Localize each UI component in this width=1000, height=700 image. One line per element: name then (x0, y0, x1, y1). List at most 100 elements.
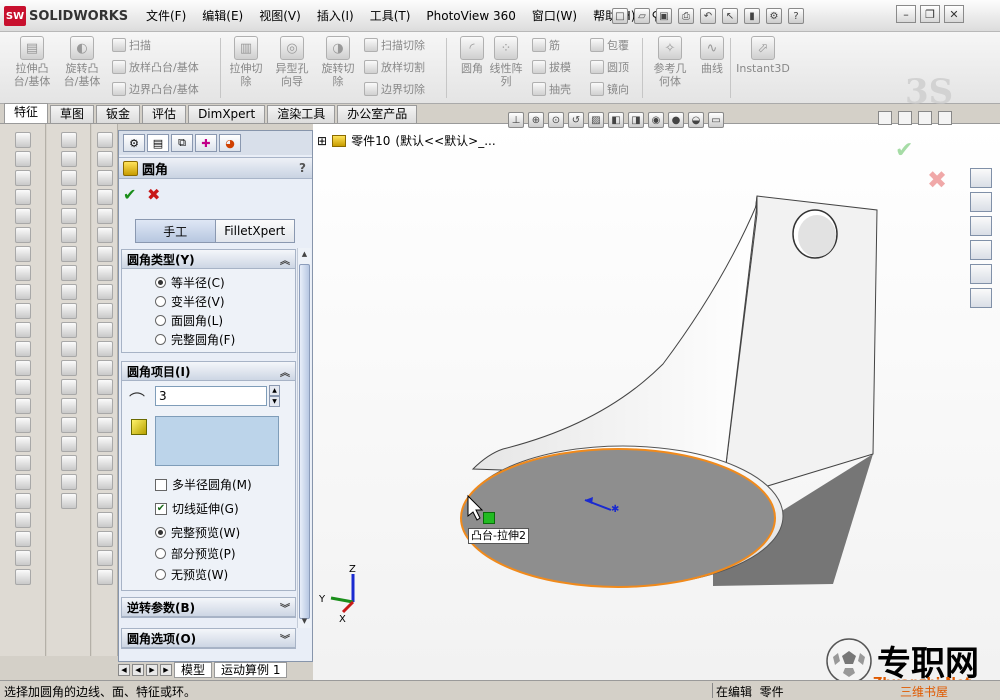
tool-icon[interactable] (60, 398, 77, 414)
scroll-thumb[interactable] (299, 264, 310, 619)
open-document-icon[interactable]: ▱ (634, 8, 650, 24)
tool-icon[interactable] (14, 265, 31, 281)
tool-icon[interactable] (96, 227, 113, 243)
base-disc-face[interactable] (460, 448, 776, 588)
tool-icon[interactable] (60, 170, 77, 186)
tool-icon[interactable] (14, 493, 31, 509)
tool-icon[interactable] (14, 512, 31, 528)
tool-icon[interactable] (60, 493, 77, 509)
tool-icon[interactable] (14, 170, 31, 186)
shell-button[interactable]: 抽壳 (532, 80, 571, 98)
tab-sheet-metal[interactable]: 钣金 (96, 105, 141, 123)
scroll-up-icon[interactable]: ▲ (299, 248, 310, 261)
spin-up-icon[interactable]: ▲ (269, 385, 280, 396)
tool-icon[interactable] (96, 208, 113, 224)
collapse-icon[interactable]: ︽ (280, 252, 290, 267)
reference-geometry-button[interactable]: ✧ 参考几 何体 (646, 36, 694, 88)
feature-manager-tab[interactable]: ⚙ (123, 134, 145, 152)
tool-icon[interactable] (96, 531, 113, 547)
tab-model[interactable]: 模型 (174, 662, 213, 678)
revolve-cut-button[interactable]: ◑ 旋转切 除 (314, 36, 362, 88)
tool-icon[interactable] (60, 341, 77, 357)
tool-icon[interactable] (60, 436, 77, 452)
viewport-restore-icon[interactable] (918, 111, 932, 125)
tool-icon[interactable] (60, 474, 77, 490)
tool-icon[interactable] (96, 284, 113, 300)
loft-button[interactable]: 放样凸台/基体 (112, 58, 199, 76)
tool-icon[interactable] (96, 360, 113, 376)
fillet-type-header[interactable]: 圆角类型(Y) ︽ (122, 250, 295, 269)
tool-icon[interactable] (96, 417, 113, 433)
tool-icon[interactable] (96, 550, 113, 566)
radio-full-round[interactable]: 完整圆角(F) (155, 331, 235, 348)
cancel-button[interactable]: ✖ (147, 185, 160, 204)
scroll-down-icon[interactable]: ▼ (299, 615, 310, 628)
tool-icon[interactable] (96, 512, 113, 528)
menu-tools[interactable]: 工具(T) (362, 0, 419, 32)
display-manager-tab[interactable]: ◕ (219, 134, 241, 152)
options-icon[interactable]: ⚙ (766, 8, 782, 24)
tab-features[interactable]: 特征 (4, 103, 49, 123)
dome-button[interactable]: 圆顶 (590, 58, 629, 76)
tool-icon[interactable] (60, 151, 77, 167)
menu-file[interactable]: 文件(F) (138, 0, 194, 32)
tool-icon[interactable] (60, 455, 77, 471)
tool-icon[interactable] (96, 303, 113, 319)
mirror-button[interactable]: 镜向 (590, 80, 629, 98)
radio-no-preview[interactable]: 无预览(W) (155, 566, 228, 583)
radio-face-fillet[interactable]: 面圆角(L) (155, 312, 223, 329)
tool-icon[interactable] (14, 569, 31, 585)
items-to-fillet-header[interactable]: 圆角项目(I) ︽ (122, 362, 295, 381)
tool-icon[interactable] (14, 303, 31, 319)
ok-button[interactable]: ✔ (123, 185, 136, 204)
tool-icon[interactable] (60, 284, 77, 300)
configuration-manager-tab[interactable]: ⧉ (171, 134, 193, 152)
sweep-cut-button[interactable]: 扫描切除 (364, 36, 425, 54)
tool-icon[interactable] (96, 341, 113, 357)
next-tab-icon[interactable]: ▶ (146, 664, 158, 676)
prev-tab-icon[interactable]: ◀ (132, 664, 144, 676)
tool-icon[interactable] (96, 265, 113, 281)
tool-icon[interactable] (14, 132, 31, 148)
tool-icon[interactable] (14, 227, 31, 243)
tool-icon[interactable] (14, 208, 31, 224)
tangent-propagation-checkbox[interactable]: ✔ 切线延伸(G) (155, 500, 239, 517)
tool-icon[interactable] (14, 531, 31, 547)
radius-spinner[interactable]: ▲ ▼ (269, 385, 280, 407)
tool-icon[interactable] (96, 379, 113, 395)
tool-icon[interactable] (96, 569, 113, 585)
rib-button[interactable]: 筋 (532, 36, 560, 54)
tab-dimxpert[interactable]: DimXpert (188, 105, 266, 123)
viewport-split-icon[interactable] (878, 111, 892, 125)
menu-window[interactable]: 窗口(W) (524, 0, 585, 32)
wrap-button[interactable]: 包覆 (590, 36, 629, 54)
select-icon[interactable]: ↖ (722, 8, 738, 24)
multi-radius-checkbox[interactable]: 多半径圆角(M) (155, 476, 252, 493)
tab-evaluate[interactable]: 评估 (142, 105, 187, 123)
new-document-icon[interactable]: □ (612, 8, 628, 24)
boundary-boss-button[interactable]: 边界凸台/基体 (112, 80, 199, 98)
tool-icon[interactable] (60, 265, 77, 281)
tool-icon[interactable] (96, 493, 113, 509)
minimize-button[interactable]: – (896, 5, 916, 23)
tool-icon[interactable] (60, 379, 77, 395)
viewport-close-icon[interactable] (938, 111, 952, 125)
tool-icon[interactable] (14, 550, 31, 566)
close-button[interactable]: ✕ (944, 5, 964, 23)
tool-icon[interactable] (96, 398, 113, 414)
tool-icon[interactable] (60, 132, 77, 148)
radio-partial-preview[interactable]: 部分预览(P) (155, 545, 236, 562)
tab-sketch[interactable]: 草图 (50, 105, 95, 123)
tool-icon[interactable] (14, 341, 31, 357)
radio-constant-radius[interactable]: 等半径(C) (155, 274, 225, 291)
radio-full-preview[interactable]: 完整预览(W) (155, 524, 240, 541)
tool-icon[interactable] (60, 303, 77, 319)
tool-icon[interactable] (96, 436, 113, 452)
tool-icon[interactable] (14, 436, 31, 452)
tool-icon[interactable] (14, 360, 31, 376)
pm-scrollbar[interactable]: ▲ ▼ (297, 248, 311, 628)
rebuild-icon[interactable]: ▮ (744, 8, 760, 24)
tool-icon[interactable] (14, 379, 31, 395)
expand-icon[interactable]: ︾ (280, 600, 290, 615)
dimxpert-manager-tab[interactable]: ✚ (195, 134, 217, 152)
